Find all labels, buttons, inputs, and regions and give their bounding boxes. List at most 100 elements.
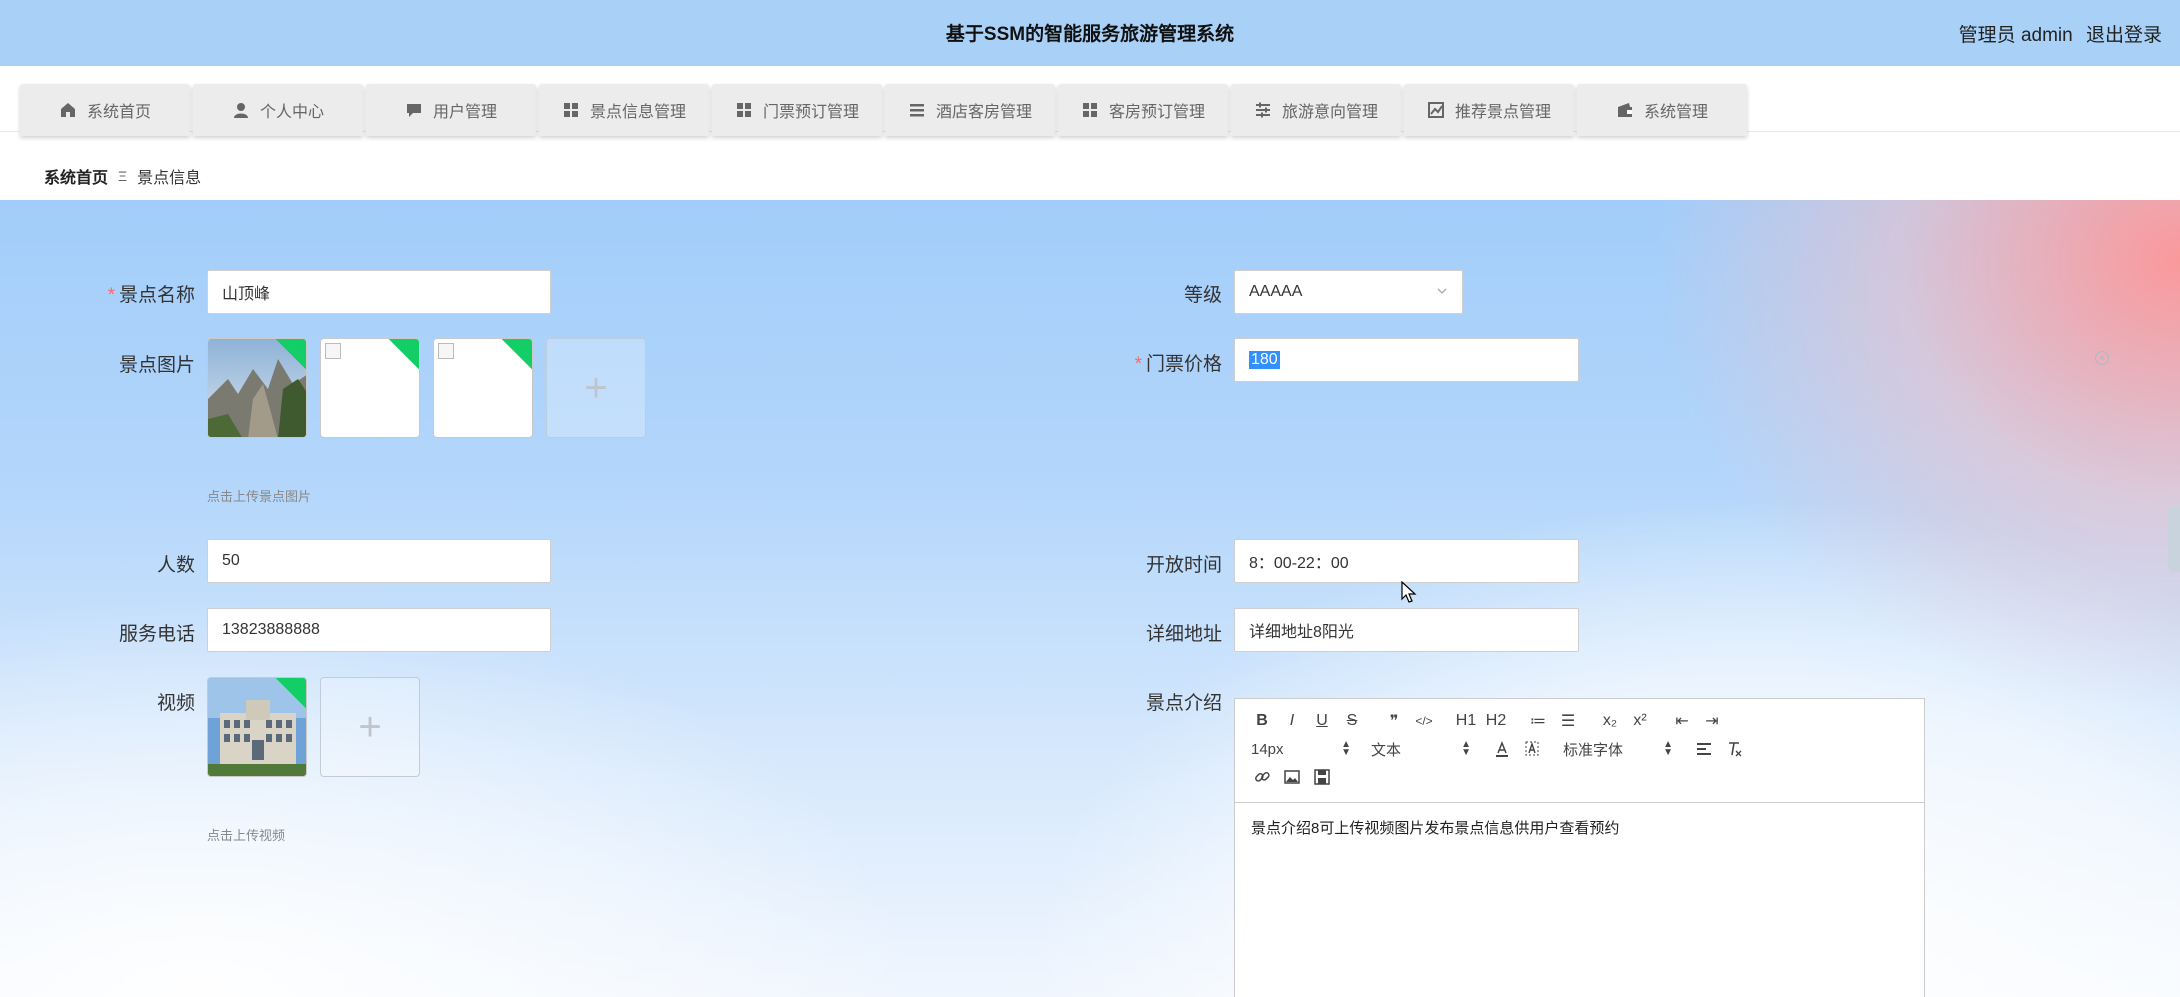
nav-item-label: 酒店客房管理 [935,104,1032,121]
updown-icon: ▲ ▼ [1663,739,1673,758]
home-icon [59,101,77,119]
open-time-label: 开放时间 [1145,555,1222,576]
strike-button[interactable]: S [1337,709,1367,733]
chart-icon [1427,101,1445,119]
superscript-button[interactable]: x² [1625,709,1655,733]
images-hint: 点击上传景点图片 [207,489,312,504]
breadcrumb-home[interactable]: 系统首页 [44,164,108,188]
grid-icon [735,101,753,119]
address-label: 详细地址 [1145,624,1222,645]
font-family-picker[interactable]: 标准字体 ▲ ▼ [1559,737,1677,761]
level-select[interactable]: AAAAA [1234,270,1463,314]
video-icon[interactable] [1307,765,1337,789]
outdent-button[interactable]: ⇤ [1667,709,1697,733]
images-label: 景点图片 [118,355,195,376]
name-input[interactable]: 山顶峰 [207,270,551,314]
h1-button[interactable]: H1 [1451,709,1481,733]
nav-item-intention[interactable]: 旅游意向管理 [1231,84,1401,136]
price-input-value: 180 [1249,351,1280,369]
nav-item-label: 景点信息管理 [589,104,686,121]
code-button[interactable]: </> [1409,709,1439,733]
nav-item-label: 旅游意向管理 [1281,104,1378,121]
editor-toolbar-row: B I U S ❞ </> H1 H2 ≔ ☰ x₂ x² ⇤ ⇥ [1247,707,1912,735]
sliders-icon [1254,101,1272,119]
video-label: 视频 [156,693,195,714]
editor-toolbar-row [1247,763,1912,791]
clear-format-icon[interactable] [1719,737,1749,761]
ordered-list-button[interactable]: ≔ [1523,709,1553,733]
scenic-image-thumb-2[interactable] [320,338,420,438]
price-label: * 门票价格 [1134,354,1222,375]
editor-toolbar-row: 14px ▲ ▼ 文本 ▲ ▼ 标准字体 ▲ ▼ [1247,735,1912,763]
scenic-image-thumb-1[interactable] [207,338,307,438]
italic-button[interactable]: I [1277,709,1307,733]
required-mark: * [107,285,115,306]
video-upload-button[interactable]: + [320,677,420,777]
mouse-cursor-icon [1401,581,1417,603]
phone-input[interactable]: 13823888888 [207,608,551,652]
chat-icon [405,101,423,119]
nav-item-hotel[interactable]: 酒店客房管理 [885,84,1055,136]
nav-item-label: 用户管理 [432,104,497,121]
nav-item-recommend[interactable]: 推荐景点管理 [1404,84,1574,136]
nav-item-scenic[interactable]: 景点信息管理 [539,84,709,136]
underline-button[interactable]: U [1307,709,1337,733]
chevron-down-icon [1437,288,1447,294]
close-circle-icon[interactable]: × [2095,351,2109,365]
blockquote-button[interactable]: ❞ [1379,709,1409,733]
nav-item-tickets[interactable]: 门票预订管理 [712,84,882,136]
page-scrollbar-handle[interactable] [2168,506,2180,572]
scenic-image-thumb-3[interactable] [433,338,533,438]
nav-item-profile[interactable]: 个人中心 [193,84,363,136]
breadcrumb: 系统首页 Ξ 景点信息 [44,164,201,188]
indent-button[interactable]: ⇥ [1697,709,1727,733]
level-label: 等级 [1183,285,1222,306]
nav-item-label: 门票预订管理 [762,104,859,121]
people-label: 人数 [156,555,195,576]
grid-icon [562,101,580,119]
video-hint: 点击上传视频 [207,828,286,843]
nav-item-label: 个人中心 [259,104,324,121]
phone-label: 服务电话 [118,624,195,645]
nav-item-home[interactable]: 系统首页 [20,84,190,136]
breadcrumb-current: 景点信息 [137,170,202,187]
nav-item-label: 系统管理 [1643,104,1708,121]
price-input[interactable]: 180 [1234,338,1579,382]
background-color-icon[interactable] [1517,737,1547,761]
nav-item-label: 客房预订管理 [1108,104,1205,121]
align-icon[interactable] [1689,737,1719,761]
level-select-value: AAAAA [1249,283,1303,300]
nav-item-users[interactable]: 用户管理 [366,84,536,136]
list-icon [908,101,926,119]
nav-item-label: 推荐景点管理 [1454,104,1551,121]
current-user-label: 管理员 admin [1958,25,2073,46]
updown-icon: ▲ ▼ [1341,739,1351,758]
text-color-icon[interactable] [1487,737,1517,761]
bold-button[interactable]: B [1247,709,1277,733]
app-title: 基于SSM的智能服务旅游管理系统 [945,24,1235,45]
address-input[interactable]: 详细地址8阳光 [1234,608,1579,652]
link-icon[interactable] [1247,765,1277,789]
intro-rich-editor: B I U S ❞ </> H1 H2 ≔ ☰ x₂ x² ⇤ ⇥ 14px ▲ ▼ [1234,698,1925,997]
grid-icon [1081,101,1099,119]
video-thumb[interactable] [207,677,307,777]
block-type-picker[interactable]: 文本 ▲ ▼ [1367,737,1475,761]
bullet-list-button[interactable]: ☰ [1553,709,1583,733]
nav-item-system[interactable]: 系统管理 [1577,84,1747,136]
header-user-area: 管理员 admin 退出登录 [1951,20,2162,47]
h2-button[interactable]: H2 [1481,709,1511,733]
user-icon [232,101,250,119]
people-input[interactable]: 50 [207,539,551,583]
image-upload-button[interactable]: + [546,338,646,438]
name-label: * 景点名称 [107,285,195,306]
image-icon[interactable] [1277,765,1307,789]
intro-label: 景点介绍 [1145,693,1222,714]
subscript-button[interactable]: x₂ [1595,709,1625,733]
font-size-picker[interactable]: 14px ▲ ▼ [1247,737,1355,761]
required-mark: * [1134,354,1142,375]
logout-link[interactable]: 退出登录 [2086,25,2162,46]
editor-content[interactable]: 景点介绍8可上传视频图片发布景点信息供用户查看预约 [1235,803,1924,852]
nav-item-room-booking[interactable]: 客房预订管理 [1058,84,1228,136]
updown-icon: ▲ ▼ [1461,739,1471,758]
open-time-input[interactable]: 8：00-22：00 [1234,539,1579,583]
